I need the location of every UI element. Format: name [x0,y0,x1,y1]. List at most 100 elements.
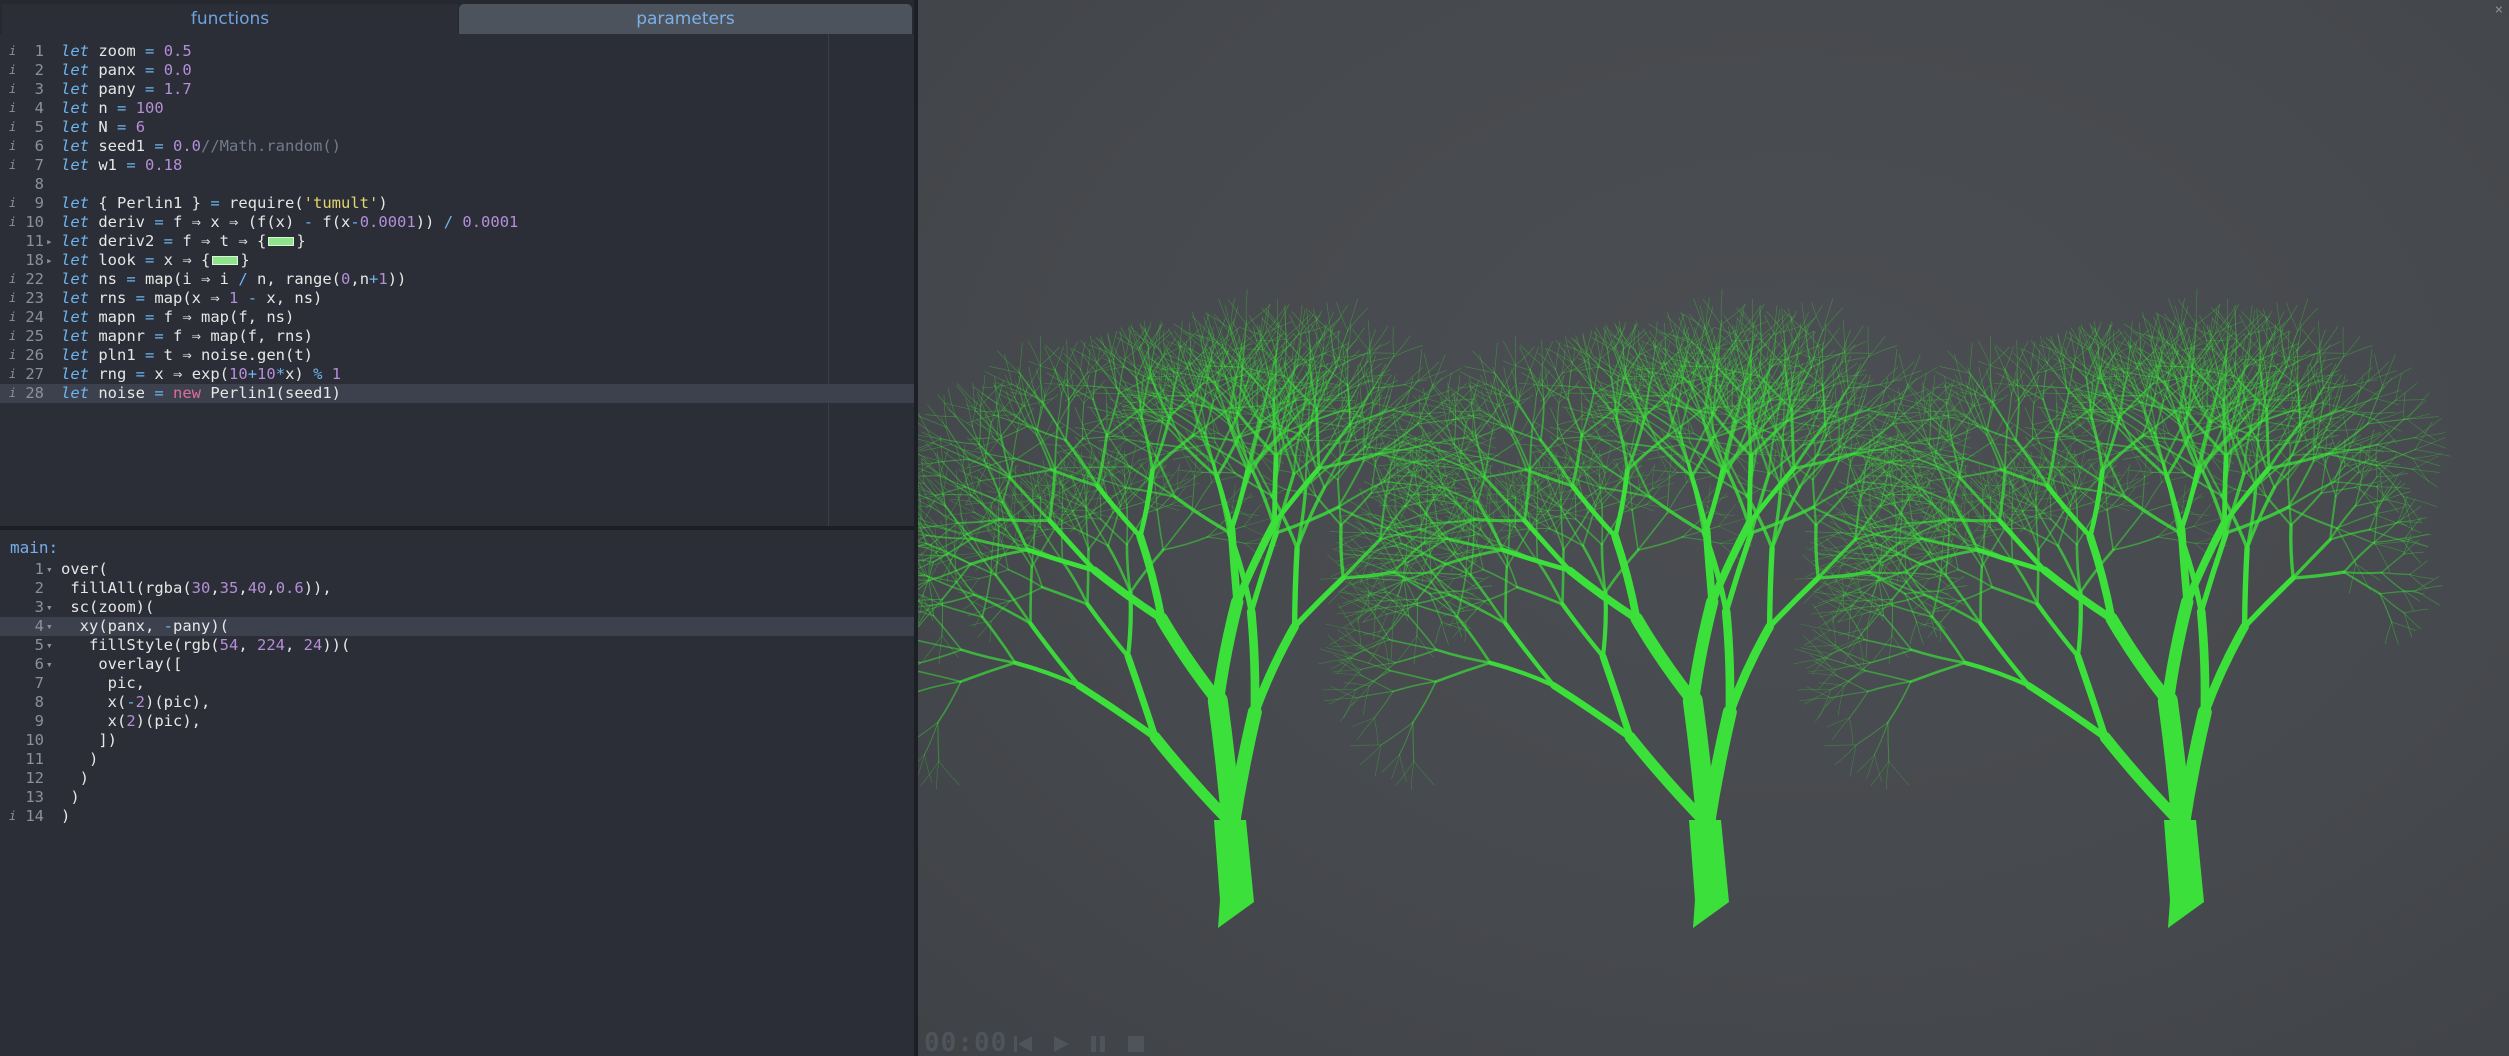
line-number: 11 [25,232,44,250]
tab-parameters[interactable]: parameters [459,4,912,34]
tree-branch [1335,352,1368,369]
code-line[interactable]: 3 ▾ sc(zoom)( [0,598,914,617]
tree-branch [989,366,1020,374]
code-line[interactable]: 8 [0,175,914,194]
code-line[interactable]: 1 ▾ over( [0,560,914,579]
code-line[interactable]: i 9 let { Perlin1 } = require('tumult') [0,194,914,213]
code-line[interactable]: i 3 let pany = 1.7 [0,80,914,99]
tree-branch [938,635,943,665]
fold-toggle-icon[interactable]: ▾ [46,655,53,674]
fold-toggle-icon[interactable]: ▾ [46,636,53,655]
code-text: let panx = 0.0 [61,61,192,79]
code-text: x(2)(pic), [61,712,201,730]
code-line[interactable]: 18 ▸ let look = x ⇒ {} [0,251,914,270]
tree-branch [1392,326,1394,358]
tree-branch [928,497,947,521]
code-line[interactable]: i 25 let mapnr = f ⇒ map(f, rns) [0,327,914,346]
tree-branch [1978,360,2006,371]
tree-branch [1605,491,1633,511]
tree-branch [1357,614,1362,646]
render-canvas[interactable]: × 00:00 [918,0,2509,1056]
code-line[interactable]: i 14) [0,807,914,826]
tree-branch [1614,439,1645,453]
line-number: 23 [25,289,44,307]
fold-toggle-icon[interactable]: ▾ [46,560,53,579]
code-line[interactable]: i 4 let n = 100 [0,99,914,118]
tree-branch [1211,595,1244,707]
fold-toggle-icon[interactable]: ▸ [46,251,53,270]
tree-branch [2343,345,2373,358]
tree-branch [1495,482,1498,505]
code-line[interactable]: 7 pic, [0,674,914,693]
tree-branch [1376,429,1410,431]
tree-branch [920,760,940,787]
tree-branch [1484,586,1519,602]
tree-branch [1488,457,1528,471]
code-line[interactable]: 9 x(2)(pic), [0,712,914,731]
main-code-editor[interactable]: main: 1 ▾ over(2 fillAll(rgba(30,35,40,0.6… [0,530,914,1056]
line-number: 9 [34,194,44,212]
code-line[interactable]: i 24 let mapn = f ⇒ map(f, ns) [0,308,914,327]
tree-branch [1535,519,1539,562]
code-line[interactable]: 11 ) [0,750,914,769]
tree-branch [1430,552,1456,556]
code-line[interactable]: 2 fillAll(rgba(30,35,40,0.6)), [0,579,914,598]
tree-branch [929,593,976,607]
code-line[interactable]: i 23 let rns = map(x ⇒ 1 - x, ns) [0,289,914,308]
code-line[interactable]: i 22 let ns = map(i ⇒ i / n, range(0,n+1)) [0,270,914,289]
tree-branch [1459,371,1488,385]
code-line[interactable]: i 6 let seed1 = 0.0//Math.random() [0,137,914,156]
code-line[interactable]: i 5 let N = 6 [0,118,914,137]
tree-branch [1351,717,1375,728]
line-number: 5 [34,118,44,136]
code-line[interactable]: 4 ▾ xy(panx, -pany)( [0,617,914,636]
tree-branch [2273,323,2277,350]
code-line[interactable]: i 26 let pln1 = t ⇒ noise.gen(t) [0,346,914,365]
code-line[interactable]: 13 ) [0,788,914,807]
code-line[interactable]: 8 x(-2)(pic), [0,693,914,712]
tree-branch [1019,342,1023,374]
functions-code-editor[interactable]: i 1 let zoom = 0.5 i 2 let panx = 0.0 i 3 let pa… [0,34,914,526]
tree-branch [1720,289,1723,326]
tree-branch [1905,571,1936,576]
code-line[interactable]: i 2 let panx = 0.0 [0,61,914,80]
tree-branch [1395,760,1415,787]
tree-branch [1747,453,1754,526]
tab-functions[interactable]: functions [2,4,458,34]
code-text: let pany = 1.7 [61,80,192,98]
tree-branch [941,604,984,618]
code-line[interactable]: i 7 let w1 = 0.18 [0,156,914,175]
code-line[interactable]: i 28 let noise = new Perlin1(seed1) [0,384,914,403]
code-line[interactable]: i 10 let deriv = f ⇒ x ⇒ (f(x) - f(x-0.000… [0,213,914,232]
code-text: ) [61,788,80,806]
tree-branch [2343,335,2361,358]
code-line[interactable]: 6 ▾ overlay([ [0,655,914,674]
tree-branch [1044,346,1056,371]
code-line[interactable]: 12 ) [0,769,914,788]
tree-branch [1412,721,1415,762]
code-text: let mapnr = f ⇒ map(f, rns) [61,327,313,345]
tree-branch [1822,327,1840,352]
tree-branch [1345,629,1364,651]
line-number: 9 [34,712,44,730]
code-line[interactable]: 11 ▸ let deriv2 = f ⇒ t ⇒ {} [0,232,914,251]
tree-branch [1336,610,1368,615]
code-line[interactable]: i 1 let zoom = 0.5 [0,42,914,61]
tree-branch [1373,690,1394,719]
tree-branch [918,661,921,664]
code-line[interactable]: 10 ]) [0,731,914,750]
code-line[interactable]: 5 ▾ fillStyle(rgb(54, 224, 24))( [0,636,914,655]
tree-branch [1291,575,1346,630]
tree-branch [1654,329,1675,348]
tree-branch [2012,352,2031,371]
fold-toggle-icon[interactable]: ▾ [46,598,53,617]
fold-toggle-icon[interactable]: ▸ [46,232,53,251]
tree-branch [1014,396,1029,427]
code-line[interactable]: i 27 let rng = x ⇒ exp(10+10*x) % 1 [0,365,914,384]
tree-branch [1848,606,1851,640]
tree-branch [2285,352,2318,369]
tree-branch [1231,484,1236,514]
tree-branch [2042,370,2047,401]
tree-branch [1648,323,1677,342]
fold-toggle-icon[interactable]: ▾ [46,617,53,636]
